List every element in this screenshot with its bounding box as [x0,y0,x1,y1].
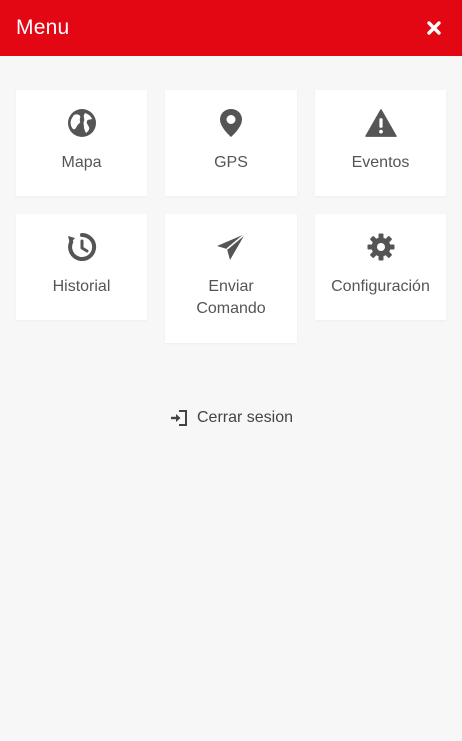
tile-label: Enviar Comando [165,276,297,320]
tile-label: Configuración [331,278,430,295]
tile-label: GPS [214,154,248,171]
history-icon [66,231,98,263]
close-button[interactable] [420,14,448,42]
send-icon [215,231,247,263]
tile-label: Mapa [61,154,102,171]
menu-tile-gps[interactable]: GPS [165,90,297,196]
menu-tile-enviar-comando[interactable]: Enviar Comando [165,214,297,343]
warning-icon [364,107,397,139]
tile-label-line2: Comando [196,300,266,317]
app-header: Menu [0,0,462,56]
logout-button[interactable]: Cerrar sesion [0,408,462,428]
sign-out-icon [169,408,189,428]
menu-tile-eventos[interactable]: Eventos [315,90,446,196]
menu-tile-mapa[interactable]: Mapa [16,90,147,196]
close-icon [427,21,441,35]
menu-tile-configuracion[interactable]: Configuración [315,214,446,320]
gear-icon [365,231,397,263]
globe-icon [66,107,98,139]
tile-label-line1: Enviar [208,278,254,295]
logout-label: Cerrar sesion [196,409,294,426]
menu-tile-historial[interactable]: Historial [16,214,147,320]
page-title: Menu [16,16,70,39]
map-marker-icon [215,107,247,139]
tile-label: Eventos [351,154,410,171]
tile-label: Historial [52,278,111,295]
